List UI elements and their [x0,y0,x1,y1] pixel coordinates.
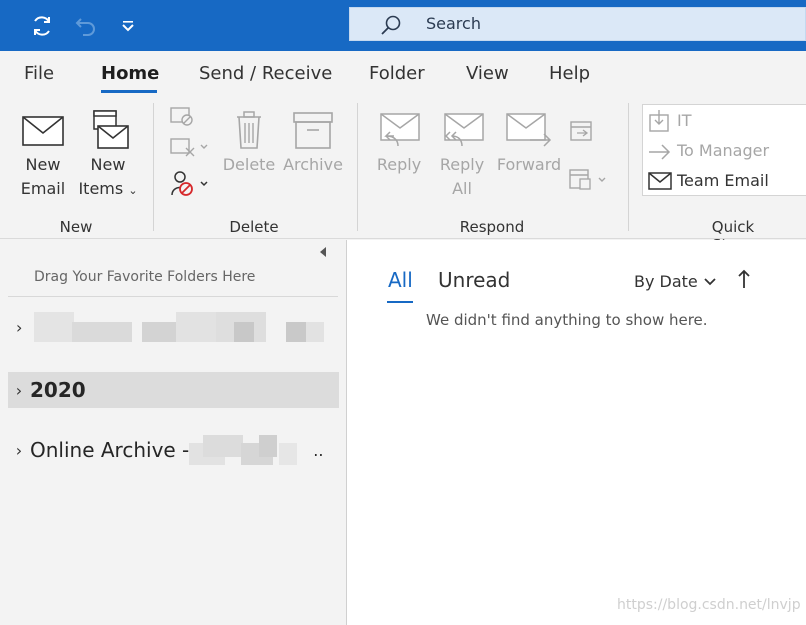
chevron-down-icon [703,272,717,291]
chevron-down-icon: ⌄ [128,184,138,197]
redacted-block [234,322,254,342]
chevron-right-icon: › [16,318,23,337]
folder-2020[interactable]: › 2020 [8,372,339,408]
account-folder[interactable]: › [16,312,336,346]
sort-direction-icon[interactable] [737,268,751,295]
archive-icon [281,107,345,153]
quick-step-to-manager[interactable]: To Manager [643,137,806,165]
filter-all[interactable]: All [388,268,413,292]
trash-icon [222,107,276,153]
truncation-ellipsis: .. [313,440,324,460]
favorites-divider [8,296,338,297]
envelope-icon [14,107,72,153]
group-label-delete: Delete [229,218,279,236]
search-icon [380,14,402,40]
new-items-label-2: Items [78,179,124,198]
title-bar: Search [0,0,806,51]
message-list: All Unread By Date We didn't find anythi… [347,240,806,625]
arrow-right-icon [647,141,673,167]
archive-button[interactable]: Archive [281,107,345,177]
tab-file[interactable]: File [24,63,54,84]
customize-toolbar-icon[interactable] [114,12,142,40]
reply-label: Reply [376,155,422,174]
search-label: Search [426,14,481,33]
tab-view[interactable]: View [466,63,509,84]
redacted-block [286,322,306,342]
sort-by-date-button[interactable]: By Date [634,272,717,291]
delete-button[interactable]: Delete [222,107,276,177]
new-email-label-1: New [25,155,61,174]
redacted-block [176,312,216,342]
reply-button[interactable]: Reply [372,107,426,177]
ignore-icon[interactable] [168,105,196,133]
quick-step-to-manager-label: To Manager [677,141,770,160]
sort-label: By Date [634,272,698,291]
folder-pane: Drag Your Favorite Folders Here › › 2020… [0,240,346,625]
ribbon-tabs: File Home Send / Receive Folder View Hel… [0,51,806,97]
cleanup-icon[interactable] [168,135,212,163]
quick-step-it-label: IT [677,111,692,130]
move-to-folder-icon [647,109,673,137]
redacted-block [34,312,74,342]
undo-icon[interactable] [72,12,100,40]
tab-home[interactable]: Home [101,63,159,84]
delete-label: Delete [222,155,276,174]
group-divider [357,103,358,231]
reply-icon [372,107,426,153]
redacted-account-name [189,435,313,465]
empty-message: We didn't find anything to show here. [426,311,708,329]
active-tab-indicator [101,90,157,93]
archive-label: Archive [283,155,343,174]
ribbon: New Email New Items ⌄ New Delete Archive… [0,97,806,254]
reply-all-button[interactable]: Reply All [434,107,490,201]
new-items-button[interactable]: New Items ⌄ [76,107,140,203]
group-divider [628,103,629,231]
filter-unread[interactable]: Unread [438,268,510,292]
quick-step-team-email[interactable]: Team Email [643,167,806,195]
forward-icon [494,107,564,153]
redacted-block [306,322,324,342]
group-label-respond: Respond [459,218,525,236]
new-items-icon [76,107,140,153]
meeting-reply-icon[interactable] [568,117,596,149]
favorites-hint: Drag Your Favorite Folders Here [34,269,256,285]
chevron-right-icon: › [15,380,23,400]
new-items-label-2-row: Items ⌄ [76,177,140,203]
tab-send-receive[interactable]: Send / Receive [199,63,332,84]
reply-all-label-1: Reply [439,155,485,174]
filter-all-underline [387,301,413,303]
reply-all-icon [434,107,490,153]
redacted-block [203,435,244,457]
search-box[interactable]: Search [349,7,806,41]
folder-2020-label: 2020 [30,378,86,402]
collapse-pane-icon[interactable] [318,246,328,262]
more-respond-icon[interactable] [566,165,612,197]
quick-steps-gallery: IT To Manager Team Email [642,104,806,196]
online-archive-label: Online Archive - [30,438,190,462]
quick-step-team-email-label: Team Email [677,171,769,190]
redacted-block [279,443,298,465]
junk-icon[interactable] [168,169,212,203]
reply-all-label-2: All [452,179,472,198]
envelope-icon [647,171,673,195]
quick-step-it[interactable]: IT [643,107,806,135]
new-items-label-1: New [90,155,126,174]
tab-help[interactable]: Help [549,63,590,84]
watermark: https://blog.csdn.net/lnvjp [617,597,801,613]
new-email-button[interactable]: New Email [14,107,72,201]
sync-icon[interactable] [28,12,56,40]
folder-online-archive[interactable]: › Online Archive - .. [8,432,339,468]
group-label-new: New [59,218,93,236]
forward-button[interactable]: Forward [494,107,564,177]
redacted-block [259,435,278,457]
chevron-right-icon: › [15,440,23,460]
group-divider [153,103,154,231]
redacted-block [72,322,132,342]
new-email-label-2: Email [20,179,66,198]
forward-label: Forward [496,155,562,174]
tab-folder[interactable]: Folder [369,63,425,84]
